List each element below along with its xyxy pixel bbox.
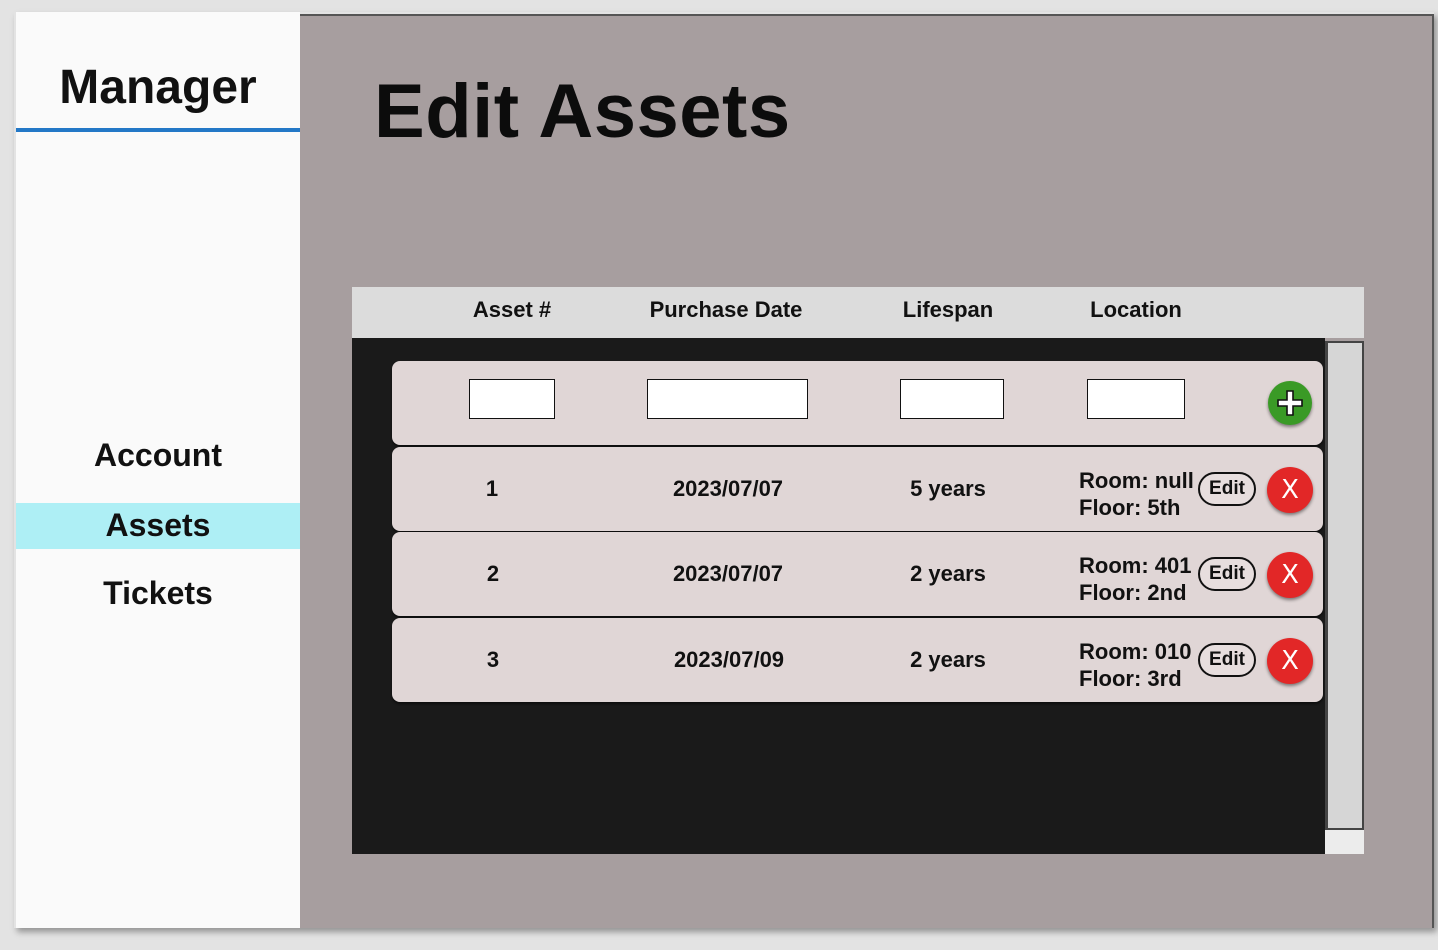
plus-icon (1277, 390, 1303, 416)
delete-button[interactable]: X (1267, 552, 1313, 598)
location-cell: Room: null Floor: 5th (1079, 467, 1194, 521)
table-row: 2 2023/07/07 2 years Room: 401 Floor: 2n… (392, 532, 1323, 616)
sidebar-item-account[interactable]: Account (16, 432, 300, 478)
room-text: Room: 401 (1079, 553, 1192, 578)
delete-button[interactable]: X (1267, 467, 1313, 513)
lifespan-input[interactable] (900, 379, 1004, 419)
column-header-lifespan: Lifespan (902, 297, 994, 322)
asset-number-cell: 1 (485, 476, 499, 501)
location-cell: Room: 401 Floor: 2nd (1079, 552, 1191, 606)
edit-button[interactable]: Edit (1198, 557, 1256, 591)
delete-button[interactable]: X (1267, 638, 1313, 684)
location-cell: Room: 010 Floor: 3rd (1079, 638, 1191, 692)
floor-text: Floor: 2nd (1079, 580, 1187, 605)
sidebar: Manager Account Assets Tickets (16, 12, 300, 928)
edit-button[interactable]: Edit (1198, 472, 1256, 506)
brand-divider (16, 128, 300, 132)
purchase-date-cell: 2023/07/07 (672, 476, 784, 501)
purchase-date-cell: 2023/07/07 (672, 561, 784, 586)
sidebar-item-tickets[interactable]: Tickets (16, 570, 300, 616)
purchase-date-cell: 2023/07/09 (673, 647, 785, 672)
room-text: Room: null (1079, 468, 1194, 493)
column-header-asset: Asset # (472, 297, 552, 322)
table-row: 3 2023/07/09 2 years Room: 010 Floor: 3r… (392, 618, 1323, 702)
lifespan-cell: 5 years (910, 476, 986, 501)
column-header-purchase-date: Purchase Date (649, 297, 803, 322)
new-asset-row (392, 361, 1323, 445)
page-title: Edit Assets (374, 69, 791, 154)
floor-text: Floor: 3rd (1079, 666, 1182, 691)
floor-text: Floor: 5th (1079, 495, 1181, 520)
asset-number-cell: 3 (486, 647, 500, 672)
asset-number-cell: 2 (486, 561, 500, 586)
location-input[interactable] (1087, 379, 1185, 419)
lifespan-cell: 2 years (910, 561, 986, 586)
asset-number-input[interactable] (469, 379, 555, 419)
add-asset-button[interactable] (1268, 381, 1312, 425)
scrollbar-footer (1325, 830, 1364, 854)
table-row: 1 2023/07/07 5 years Room: null Floor: 5… (392, 447, 1323, 531)
sidebar-item-assets[interactable]: Assets (16, 503, 300, 549)
table-scrollbar[interactable] (1325, 341, 1364, 830)
room-text: Room: 010 (1079, 639, 1192, 664)
edit-button[interactable]: Edit (1198, 643, 1256, 677)
column-header-location: Location (1090, 297, 1182, 322)
purchase-date-input[interactable] (647, 379, 808, 419)
table-header: Asset # Purchase Date Lifespan Location (352, 287, 1364, 338)
app-brand: Manager (59, 61, 257, 114)
lifespan-cell: 2 years (910, 647, 986, 672)
